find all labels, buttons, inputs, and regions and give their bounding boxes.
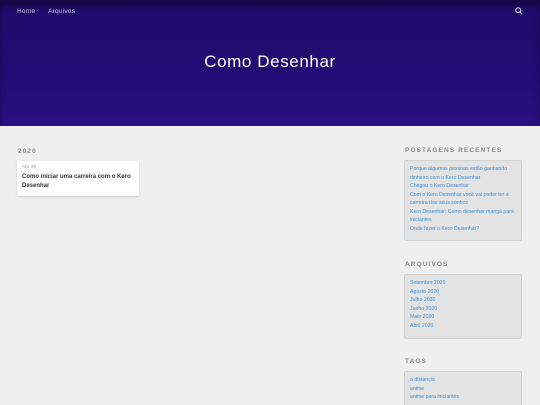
tag-link[interactable]: anime xyxy=(410,385,516,394)
tags-box: a distancia anime anime para iniciantes xyxy=(404,371,522,405)
archive-link[interactable]: Agosto 2020 xyxy=(410,288,516,297)
recent-post-link[interactable]: Kero Desenhar: Como desenhar mangá para … xyxy=(410,208,516,225)
archive-link[interactable]: Julho 2020 xyxy=(410,296,516,305)
tags-heading: TAGS xyxy=(405,358,427,365)
post-date: Abr 30 xyxy=(22,165,37,170)
archive-link[interactable]: Abril 2020 xyxy=(410,322,516,331)
search-icon[interactable] xyxy=(515,7,523,15)
recent-post-link[interactable]: Porque algumas pessoas estão ganhando di… xyxy=(410,165,516,182)
recent-post-link[interactable]: Com o Kero Desenhar você vai poder ter a… xyxy=(410,191,516,208)
nav-archives-link[interactable]: Arquivos xyxy=(48,8,75,15)
recent-posts-box: Porque algumas pessoas estão ganhando di… xyxy=(404,160,522,241)
archive-link[interactable]: Setembro 2020 xyxy=(410,279,516,288)
tag-link[interactable]: anime para iniciantes xyxy=(410,393,516,402)
archives-heading: ARQUIVOS xyxy=(405,261,449,268)
archives-box: Setembro 2020 Agosto 2020 Julho 2020 Jun… xyxy=(404,274,522,339)
recent-posts-heading: POSTAGENS RECENTES xyxy=(405,147,503,154)
recent-post-link[interactable]: Onde fazer o Kero Desenhar? xyxy=(410,225,516,234)
post-card[interactable]: Abr 30 Como iniciar uma carreira com o K… xyxy=(17,161,139,196)
recent-post-link[interactable]: Chegou o Kero Desenhar xyxy=(410,182,516,191)
site-header: Home Arquivos Como Desenhar xyxy=(0,0,540,126)
main-nav: Home Arquivos xyxy=(17,8,75,15)
archive-link[interactable]: Junho 2020 xyxy=(410,305,516,314)
nav-home-link[interactable]: Home xyxy=(17,8,35,15)
year-heading: 2020 xyxy=(18,148,37,155)
archive-link[interactable]: Maio 2020 xyxy=(410,313,516,322)
site-title[interactable]: Como Desenhar xyxy=(0,52,540,72)
post-title-link[interactable]: Como iniciar uma carreira com o Kero Des… xyxy=(22,173,134,191)
tag-link[interactable]: a distancia xyxy=(410,376,516,385)
